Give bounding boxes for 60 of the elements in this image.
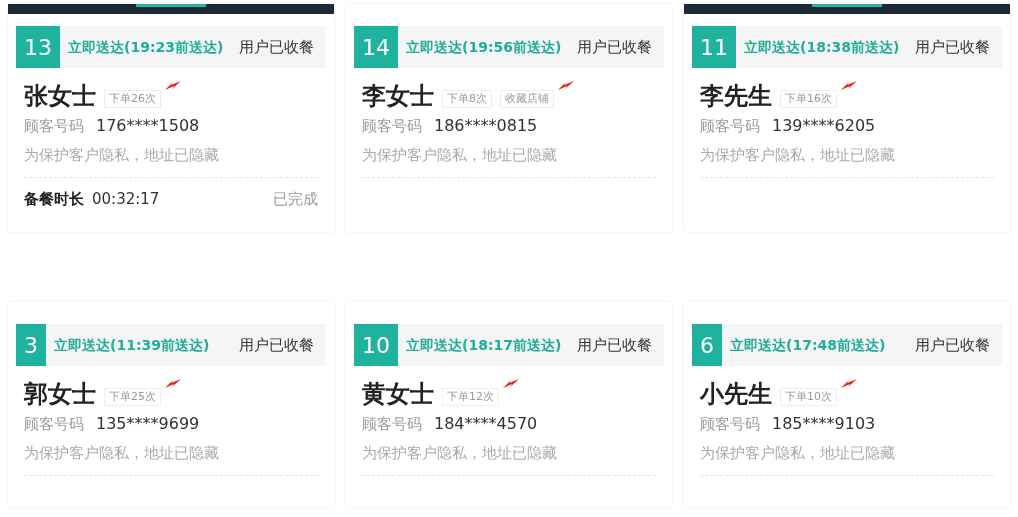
arrow-icon [841,378,857,390]
phone-label: 顾客号码 [24,115,84,137]
order-status: 用户已收餐 [914,334,990,356]
order-number-badge: 10 [354,324,398,366]
order-status: 用户已收餐 [238,334,314,356]
phone-number: 186****0815 [434,115,538,137]
order-number-badge: 6 [692,324,722,366]
privacy-note: 为保护客户隐私，地址已隐藏 [700,145,896,166]
delivery-time: 立即送达(18:17前送达) [406,335,562,355]
phone-label: 顾客号码 [700,115,760,137]
phone-number: 135****9699 [96,413,200,435]
delivery-time: 立即送达(19:23前送达) [68,37,224,57]
phone-number: 185****9103 [772,413,876,435]
order-status: 用户已收餐 [914,36,990,58]
customer-name: 小先生 [700,382,772,406]
arrow-icon [165,80,181,92]
delivery-time: 立即送达(17:48前送达) [730,335,886,355]
privacy-note: 为保护客户隐私，地址已隐藏 [24,145,220,166]
customer-tag: 下单26次 [104,89,161,108]
prep-status: 已完成 [273,188,318,210]
phone-number: 184****4570 [434,413,538,435]
customer-tag: 下单8次 [442,89,492,108]
delivery-time: 立即送达(19:56前送达) [406,37,562,57]
customer-tag: 下单12次 [442,387,499,406]
tab-indicator [136,4,206,7]
order-number-badge: 13 [16,26,60,68]
privacy-note: 为保护客户隐私，地址已隐藏 [362,145,558,166]
order-status: 用户已收餐 [576,36,652,58]
arrow-icon [165,378,181,390]
order-status: 用户已收餐 [576,334,652,356]
order-number-badge: 3 [16,324,46,366]
privacy-note: 为保护客户隐私，地址已隐藏 [700,443,896,464]
privacy-note: 为保护客户隐私，地址已隐藏 [24,443,220,464]
customer-name: 黄女士 [362,382,434,406]
order-number-badge: 14 [354,26,398,68]
customer-tag: 下单10次 [780,387,837,406]
phone-label: 顾客号码 [362,115,422,137]
phone-label: 顾客号码 [24,413,84,435]
order-number-badge: 11 [692,26,736,68]
delivery-time: 立即送达(18:38前送达) [744,37,900,57]
tab-indicator [812,4,882,7]
order-status: 用户已收餐 [238,36,314,58]
privacy-note: 为保护客户隐私，地址已隐藏 [362,443,558,464]
customer-name: 张女士 [24,84,96,108]
arrow-icon [503,378,519,390]
customer-tag: 下单16次 [780,89,837,108]
customer-name: 李先生 [700,84,772,108]
arrow-icon [841,80,857,92]
customer-name: 李女士 [362,84,434,108]
prep-label: 备餐时长 [24,188,84,210]
phone-label: 顾客号码 [362,413,422,435]
delivery-time: 立即送达(11:39前送达) [54,335,210,355]
customer-tag: 收藏店铺 [500,89,554,108]
customer-name: 郭女士 [24,382,96,406]
arrow-icon [558,80,574,92]
customer-tag: 下单25次 [104,387,161,406]
prep-time: 00:32:17 [92,188,160,210]
phone-label: 顾客号码 [700,413,760,435]
phone-number: 139****6205 [772,115,876,137]
phone-number: 176****1508 [96,115,200,137]
